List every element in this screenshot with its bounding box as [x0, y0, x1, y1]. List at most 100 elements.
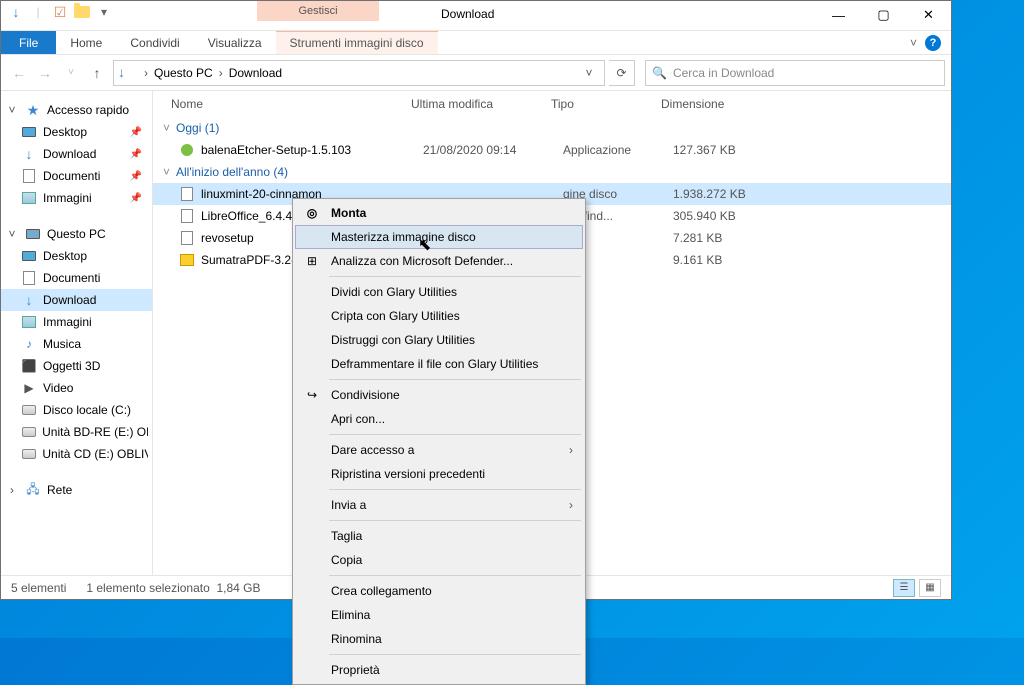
minimize-button[interactable]: — [816, 1, 861, 29]
up-button[interactable]: ↑ [85, 61, 109, 85]
sidebar-item-disco-locale-c-[interactable]: Disco locale (C:) [1, 399, 152, 421]
sidebar-root-questo-pc[interactable]: ˅Questo PC [1, 223, 152, 245]
menu-item-label: Masterizza immagine disco [331, 230, 476, 244]
pin-icon: 📌 [130, 171, 142, 182]
status-count: 5 elementi [11, 581, 66, 595]
menu-item-analizza-con-microsoft-defender[interactable]: ⊞Analizza con Microsoft Defender... [295, 249, 583, 273]
menu-item-masterizza-immagine-disco[interactable]: Masterizza immagine disco [295, 225, 583, 249]
recent-dropdown[interactable]: ˅ [59, 61, 83, 85]
menu-item-label: Elimina [331, 608, 370, 622]
menu-item-label: Cripta con Glary Utilities [331, 309, 460, 323]
sidebar-item-immagini[interactable]: Immagini [1, 311, 152, 333]
down-arrow-icon[interactable]: ↓ [7, 3, 25, 21]
tab-view[interactable]: Visualizza [194, 31, 276, 54]
thumbnails-view-button[interactable]: ▦ [919, 579, 941, 597]
menu-item-copia[interactable]: Copia [295, 548, 583, 572]
sidebar-root-rete[interactable]: ›🖧Rete [1, 479, 152, 501]
close-button[interactable]: ✕ [906, 1, 951, 29]
column-headers: Nome Ultima modifica Tipo Dimensione [153, 91, 951, 117]
col-type[interactable]: Tipo [551, 97, 661, 111]
search-input[interactable]: 🔍 Cerca in Download [645, 60, 945, 86]
sidebar-item-oggetti-3d[interactable]: ⬛Oggetti 3D [1, 355, 152, 377]
menu-item-monta[interactable]: ◎Monta [295, 201, 583, 225]
status-selected: 1 elemento selezionato 1,84 GB [86, 581, 260, 595]
sidebar-item-unit-bd-re-e-ob[interactable]: Unità BD-RE (E:) OB [1, 421, 152, 443]
file-size: 305.940 KB [673, 209, 773, 223]
file-icon [179, 252, 195, 268]
menu-item-label: Distruggi con Glary Utilities [331, 333, 475, 347]
sidebar-item-video[interactable]: ▶Video [1, 377, 152, 399]
address-bar[interactable]: ↓ › Questo PC › Download ˅ [113, 60, 605, 86]
menu-item-label: Proprietà [331, 663, 380, 677]
menu-item-rinomina[interactable]: Rinomina [295, 627, 583, 651]
menu-item-invia-a[interactable]: Invia a › [295, 493, 583, 517]
menu-item-propriet[interactable]: Proprietà [295, 658, 583, 682]
tab-share[interactable]: Condividi [116, 31, 193, 54]
group-header[interactable]: ˅All'inizio dell'anno (4) [153, 161, 951, 183]
sidebar-item-desktop[interactable]: Desktop [1, 245, 152, 267]
tab-home[interactable]: Home [56, 31, 116, 54]
maximize-button[interactable]: ▢ [861, 1, 906, 29]
back-button[interactable]: ← [7, 61, 31, 85]
sidebar-root-accesso-rapido[interactable]: ˅★Accesso rapido [1, 99, 152, 121]
col-size[interactable]: Dimensione [661, 97, 761, 111]
menu-item-dividi-con-glary-utilities[interactable]: Dividi con Glary Utilities [295, 280, 583, 304]
crumb-download[interactable]: Download [227, 66, 284, 80]
menu-item-condivisione[interactable]: ↪Condivisione [295, 383, 583, 407]
menu-separator [329, 489, 581, 490]
forward-button[interactable]: → [33, 61, 57, 85]
file-name: balenaEtcher-Setup-1.5.103 [201, 143, 423, 157]
contextual-tab-label: Gestisci [257, 1, 379, 21]
menu-item-distruggi-con-glary-utilities[interactable]: Distruggi con Glary Utilities [295, 328, 583, 352]
refresh-button[interactable]: ⟳ [609, 60, 635, 86]
submenu-arrow-icon: › [569, 443, 573, 457]
pin-icon: 📌 [130, 149, 142, 160]
titlebar: ↓ | ☑ ▾ Gestisci Download — ▢ ✕ [1, 1, 951, 31]
file-size: 127.367 KB [673, 143, 773, 157]
sidebar-item-documenti[interactable]: Documenti📌 [1, 165, 152, 187]
help-icon[interactable]: ? [925, 35, 941, 51]
col-modified[interactable]: Ultima modifica [411, 97, 551, 111]
menu-item-cripta-con-glary-utilities[interactable]: Cripta con Glary Utilities [295, 304, 583, 328]
file-modified: 21/08/2020 09:14 [423, 143, 563, 157]
file-icon [179, 230, 195, 246]
qat-dropdown-icon[interactable]: ▾ [95, 3, 113, 21]
menu-item-crea-collegamento[interactable]: Crea collegamento [295, 579, 583, 603]
sidebar-item-immagini[interactable]: Immagini📌 [1, 187, 152, 209]
sidebar-item-desktop[interactable]: Desktop📌 [1, 121, 152, 143]
menu-item-elimina[interactable]: Elimina [295, 603, 583, 627]
nav-arrows: ← → ˅ ↑ [7, 61, 109, 85]
menu-item-deframmentare-il-file-con-glary-utilities[interactable]: Deframmentare il file con Glary Utilitie… [295, 352, 583, 376]
menu-item-label: Invia a [331, 498, 366, 512]
folder-icon[interactable] [73, 3, 91, 21]
pin-icon: 📌 [130, 127, 142, 138]
menu-item-label: Dividi con Glary Utilities [331, 285, 457, 299]
file-icon [179, 208, 195, 224]
menu-item-ripristina-versioni-precedenti[interactable]: Ripristina versioni precedenti [295, 462, 583, 486]
col-name[interactable]: Nome [171, 97, 411, 111]
checkbox-icon[interactable]: ☑ [51, 3, 69, 21]
sidebar-item-musica[interactable]: ♪Musica [1, 333, 152, 355]
submenu-arrow-icon: › [569, 498, 573, 512]
menu-item-taglia[interactable]: Taglia [295, 524, 583, 548]
tab-file[interactable]: File [1, 31, 56, 54]
file-icon [179, 186, 195, 202]
crumb-sep-icon[interactable]: › [140, 66, 152, 80]
sidebar-item-download[interactable]: ↓Download📌 [1, 143, 152, 165]
sidebar-item-unit-cd-e-obliv[interactable]: Unità CD (E:) OBLIV [1, 443, 152, 465]
window-controls: — ▢ ✕ [816, 1, 951, 29]
file-row[interactable]: balenaEtcher-Setup-1.5.10321/08/2020 09:… [153, 139, 951, 161]
sidebar-item-documenti[interactable]: Documenti [1, 267, 152, 289]
ribbon-tabs: File Home Condividi Visualizza Strumenti… [1, 31, 951, 55]
menu-item-dare-accesso-a[interactable]: Dare accesso a› [295, 438, 583, 462]
sidebar-item-download[interactable]: ↓Download [1, 289, 152, 311]
tab-disc-image-tools[interactable]: Strumenti immagini disco [276, 31, 438, 54]
crumb-thispc[interactable]: Questo PC [152, 66, 215, 80]
details-view-button[interactable]: ☰ [893, 579, 915, 597]
ribbon-right: ˅ ? [910, 31, 951, 54]
ribbon-expand-icon[interactable]: ˅ [910, 36, 917, 50]
menu-item-apri-con[interactable]: Apri con... [295, 407, 583, 431]
group-header[interactable]: ˅Oggi (1) [153, 117, 951, 139]
crumb-sep-icon[interactable]: › [215, 66, 227, 80]
address-dropdown-icon[interactable]: ˅ [578, 66, 600, 80]
